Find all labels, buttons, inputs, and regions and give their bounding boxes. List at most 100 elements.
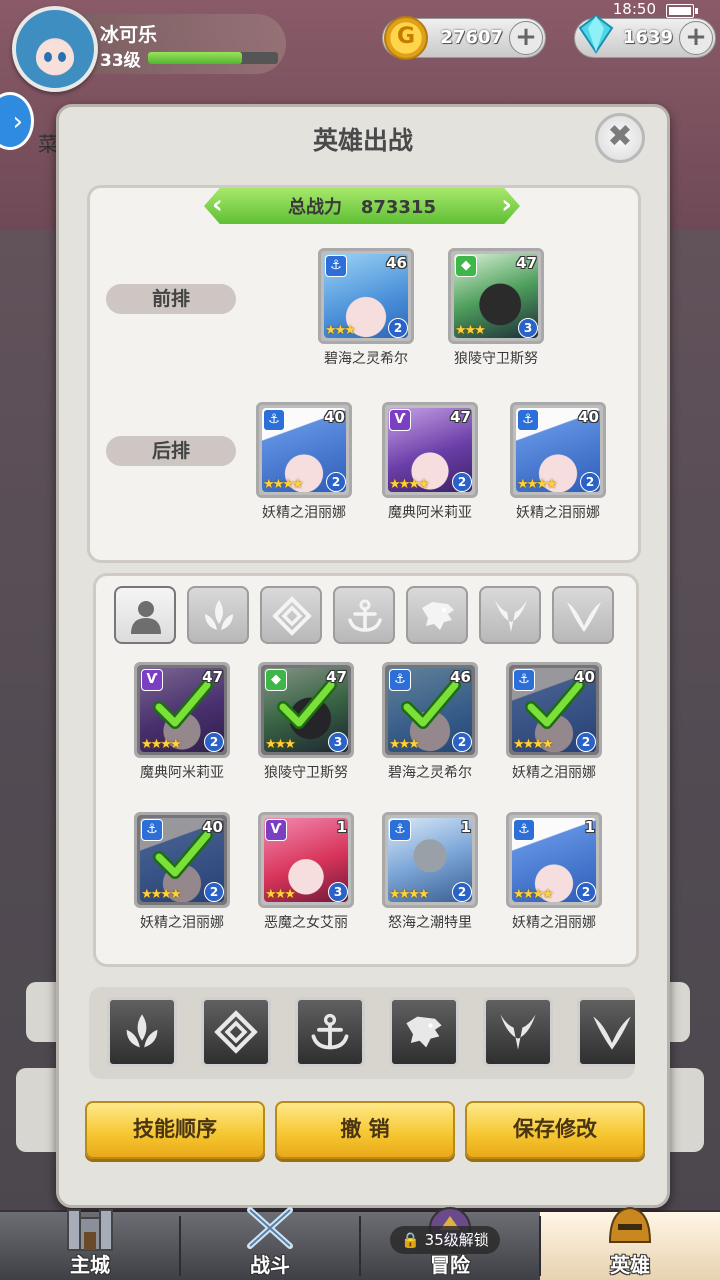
star-rating: ★★★★ <box>517 477 558 492</box>
hero-card[interactable]: ◆ 47 ★★★ 3 <box>448 248 544 344</box>
hero-tier: 2 <box>576 732 596 752</box>
filter-wing-class-icon[interactable] <box>552 586 614 644</box>
avatar[interactable] <box>12 6 98 92</box>
filter-demon-icon[interactable] <box>479 586 541 644</box>
close-icon[interactable]: ✖ <box>595 113 645 163</box>
castle-icon <box>67 1209 113 1251</box>
filter-anchor-icon[interactable] <box>333 586 395 644</box>
hero-card[interactable]: ◆ 47 ★★★ 3 <box>258 662 354 758</box>
filter-beast-icon[interactable] <box>406 586 468 644</box>
nav-divider <box>539 1216 541 1276</box>
anchor-icon <box>311 1013 349 1050</box>
nav-label: 英雄 <box>610 1253 650 1277</box>
total-power: 总战力 873315 <box>204 193 520 219</box>
beast-icon <box>406 1016 442 1048</box>
lock-badge: 🔒 35级解锁 <box>390 1226 500 1254</box>
filter-all-heroes-icon[interactable] <box>114 586 176 644</box>
hero-name: 碧海之灵希尔 <box>388 765 472 781</box>
hero-name: 妖精之泪丽娜 <box>140 915 224 931</box>
class-beast-icon[interactable] <box>389 997 459 1067</box>
hero-card[interactable]: Ѵ 1 ★★★ 3 <box>258 812 354 908</box>
class-demon-icon[interactable] <box>483 997 553 1067</box>
diamond-gem-icon <box>578 14 614 54</box>
demon-icon: Ѵ <box>265 819 287 841</box>
demon-icon <box>495 600 527 632</box>
hero-tier: 2 <box>576 882 596 902</box>
hero-level: 40 <box>324 408 345 426</box>
hero-card[interactable]: ⚓ 40 ★★★★ 2 <box>256 402 352 498</box>
nav-item-crossed-swords[interactable]: 战斗 <box>180 1207 360 1280</box>
hero-card[interactable]: Ѵ 47 ★★★★ 2 <box>382 402 478 498</box>
anchor-icon: ⚓ <box>325 255 347 277</box>
class-wing-class-icon[interactable] <box>577 997 635 1067</box>
filter-leaf-class-icon[interactable] <box>187 586 249 644</box>
diamond-class-icon <box>214 1010 258 1054</box>
undo-button[interactable]: 撤 销 <box>275 1101 455 1159</box>
anchor-icon: ⚓ <box>513 819 535 841</box>
bottom-nav: 主城 战斗 冒险 英雄 <box>0 1206 720 1280</box>
nav-item-castle[interactable]: 主城 <box>0 1209 180 1280</box>
hero-level: 40 <box>578 408 599 426</box>
star-rating: ★★★★ <box>389 887 430 902</box>
hero-tier: 2 <box>580 472 600 492</box>
hero-tier: 3 <box>328 732 348 752</box>
hero-card[interactable]: ⚓ 1 ★★★★ 2 <box>506 812 602 908</box>
hero-card[interactable]: ⚓ 1 ★★★★ 2 <box>382 812 478 908</box>
hero-tier: 2 <box>326 472 346 492</box>
all-heroes-icon <box>131 601 161 634</box>
class-leaf-class-icon[interactable] <box>107 997 177 1067</box>
nav-label: 战斗 <box>250 1253 290 1277</box>
add-gems-button[interactable]: + <box>679 21 713 55</box>
class-diamond-class-icon[interactable] <box>201 997 271 1067</box>
skill-order-button[interactable]: 技能顺序 <box>85 1101 265 1159</box>
hero-card[interactable]: ⚓ 46 ★★★ 2 <box>382 662 478 758</box>
anchor-icon: ⚓ <box>141 819 163 841</box>
hero-card[interactable]: ⚓ 40 ★★★★ 2 <box>506 662 602 758</box>
hero-name: 碧海之灵希尔 <box>324 351 408 367</box>
back-row-label: 后排 <box>106 436 236 466</box>
total-power-label: 总战力 <box>288 197 343 218</box>
hero-card[interactable]: Ѵ 47 ★★★★ 2 <box>134 662 230 758</box>
hero-level: 47 <box>450 408 471 426</box>
class-anchor-icon[interactable] <box>295 997 365 1067</box>
star-rating: ★★★★ <box>389 477 430 492</box>
filter-diamond-class-icon[interactable] <box>260 586 322 644</box>
diamond-class-icon <box>272 596 312 636</box>
hero-tier: 3 <box>328 882 348 902</box>
gem-value: 1639 <box>622 27 673 48</box>
leaf-class-icon <box>205 600 233 630</box>
hero-level: 47 <box>326 668 347 686</box>
star-rating: ★★★ <box>389 737 420 752</box>
star-rating: ★★★★ <box>513 887 554 902</box>
hero-tier: 2 <box>452 732 472 752</box>
nav-label: 主城 <box>70 1253 110 1277</box>
star-rating: ★★★★ <box>513 737 554 752</box>
nav-item-helmet[interactable]: 英雄 <box>540 1206 720 1280</box>
anchor-icon: ⚓ <box>389 819 411 841</box>
hero-name: 狼陵守卫斯努 <box>264 765 348 781</box>
star-rating: ★★★ <box>325 323 356 338</box>
dialog-title: 英雄出战 <box>312 126 413 155</box>
nav-divider <box>359 1216 361 1276</box>
beast-icon <box>422 602 454 630</box>
gold-coin-icon: G <box>384 16 428 60</box>
hero-level: 1 <box>584 818 595 836</box>
demon-icon <box>500 1014 536 1050</box>
save-changes-button[interactable]: 保存修改 <box>465 1101 645 1159</box>
add-gold-button[interactable]: + <box>509 21 543 55</box>
hero-card[interactable]: ⚓ 40 ★★★★ 2 <box>134 812 230 908</box>
star-rating: ★★★★ <box>141 737 182 752</box>
star-rating: ★★★ <box>265 887 296 902</box>
hero-level: 47 <box>516 254 537 272</box>
hero-level: 1 <box>460 818 471 836</box>
anchor-icon <box>348 599 382 632</box>
anchor-icon: ⚓ <box>389 669 411 691</box>
hero-name: 魔典阿米莉亚 <box>140 765 224 781</box>
hero-deploy-dialog: 英雄出战 ✖ ‹ 总战力 873315 › 前排 后排 ⚓ 46 ★★★ 2 碧… <box>56 104 670 1208</box>
demon-icon: Ѵ <box>141 669 163 691</box>
background-tab-fragment: 菜 <box>38 132 58 156</box>
hero-card[interactable]: ⚓ 40 ★★★★ 2 <box>510 402 606 498</box>
hero-card[interactable]: ⚓ 46 ★★★ 2 <box>318 248 414 344</box>
hero-level: 40 <box>202 818 223 836</box>
hero-tier: 2 <box>388 318 408 338</box>
